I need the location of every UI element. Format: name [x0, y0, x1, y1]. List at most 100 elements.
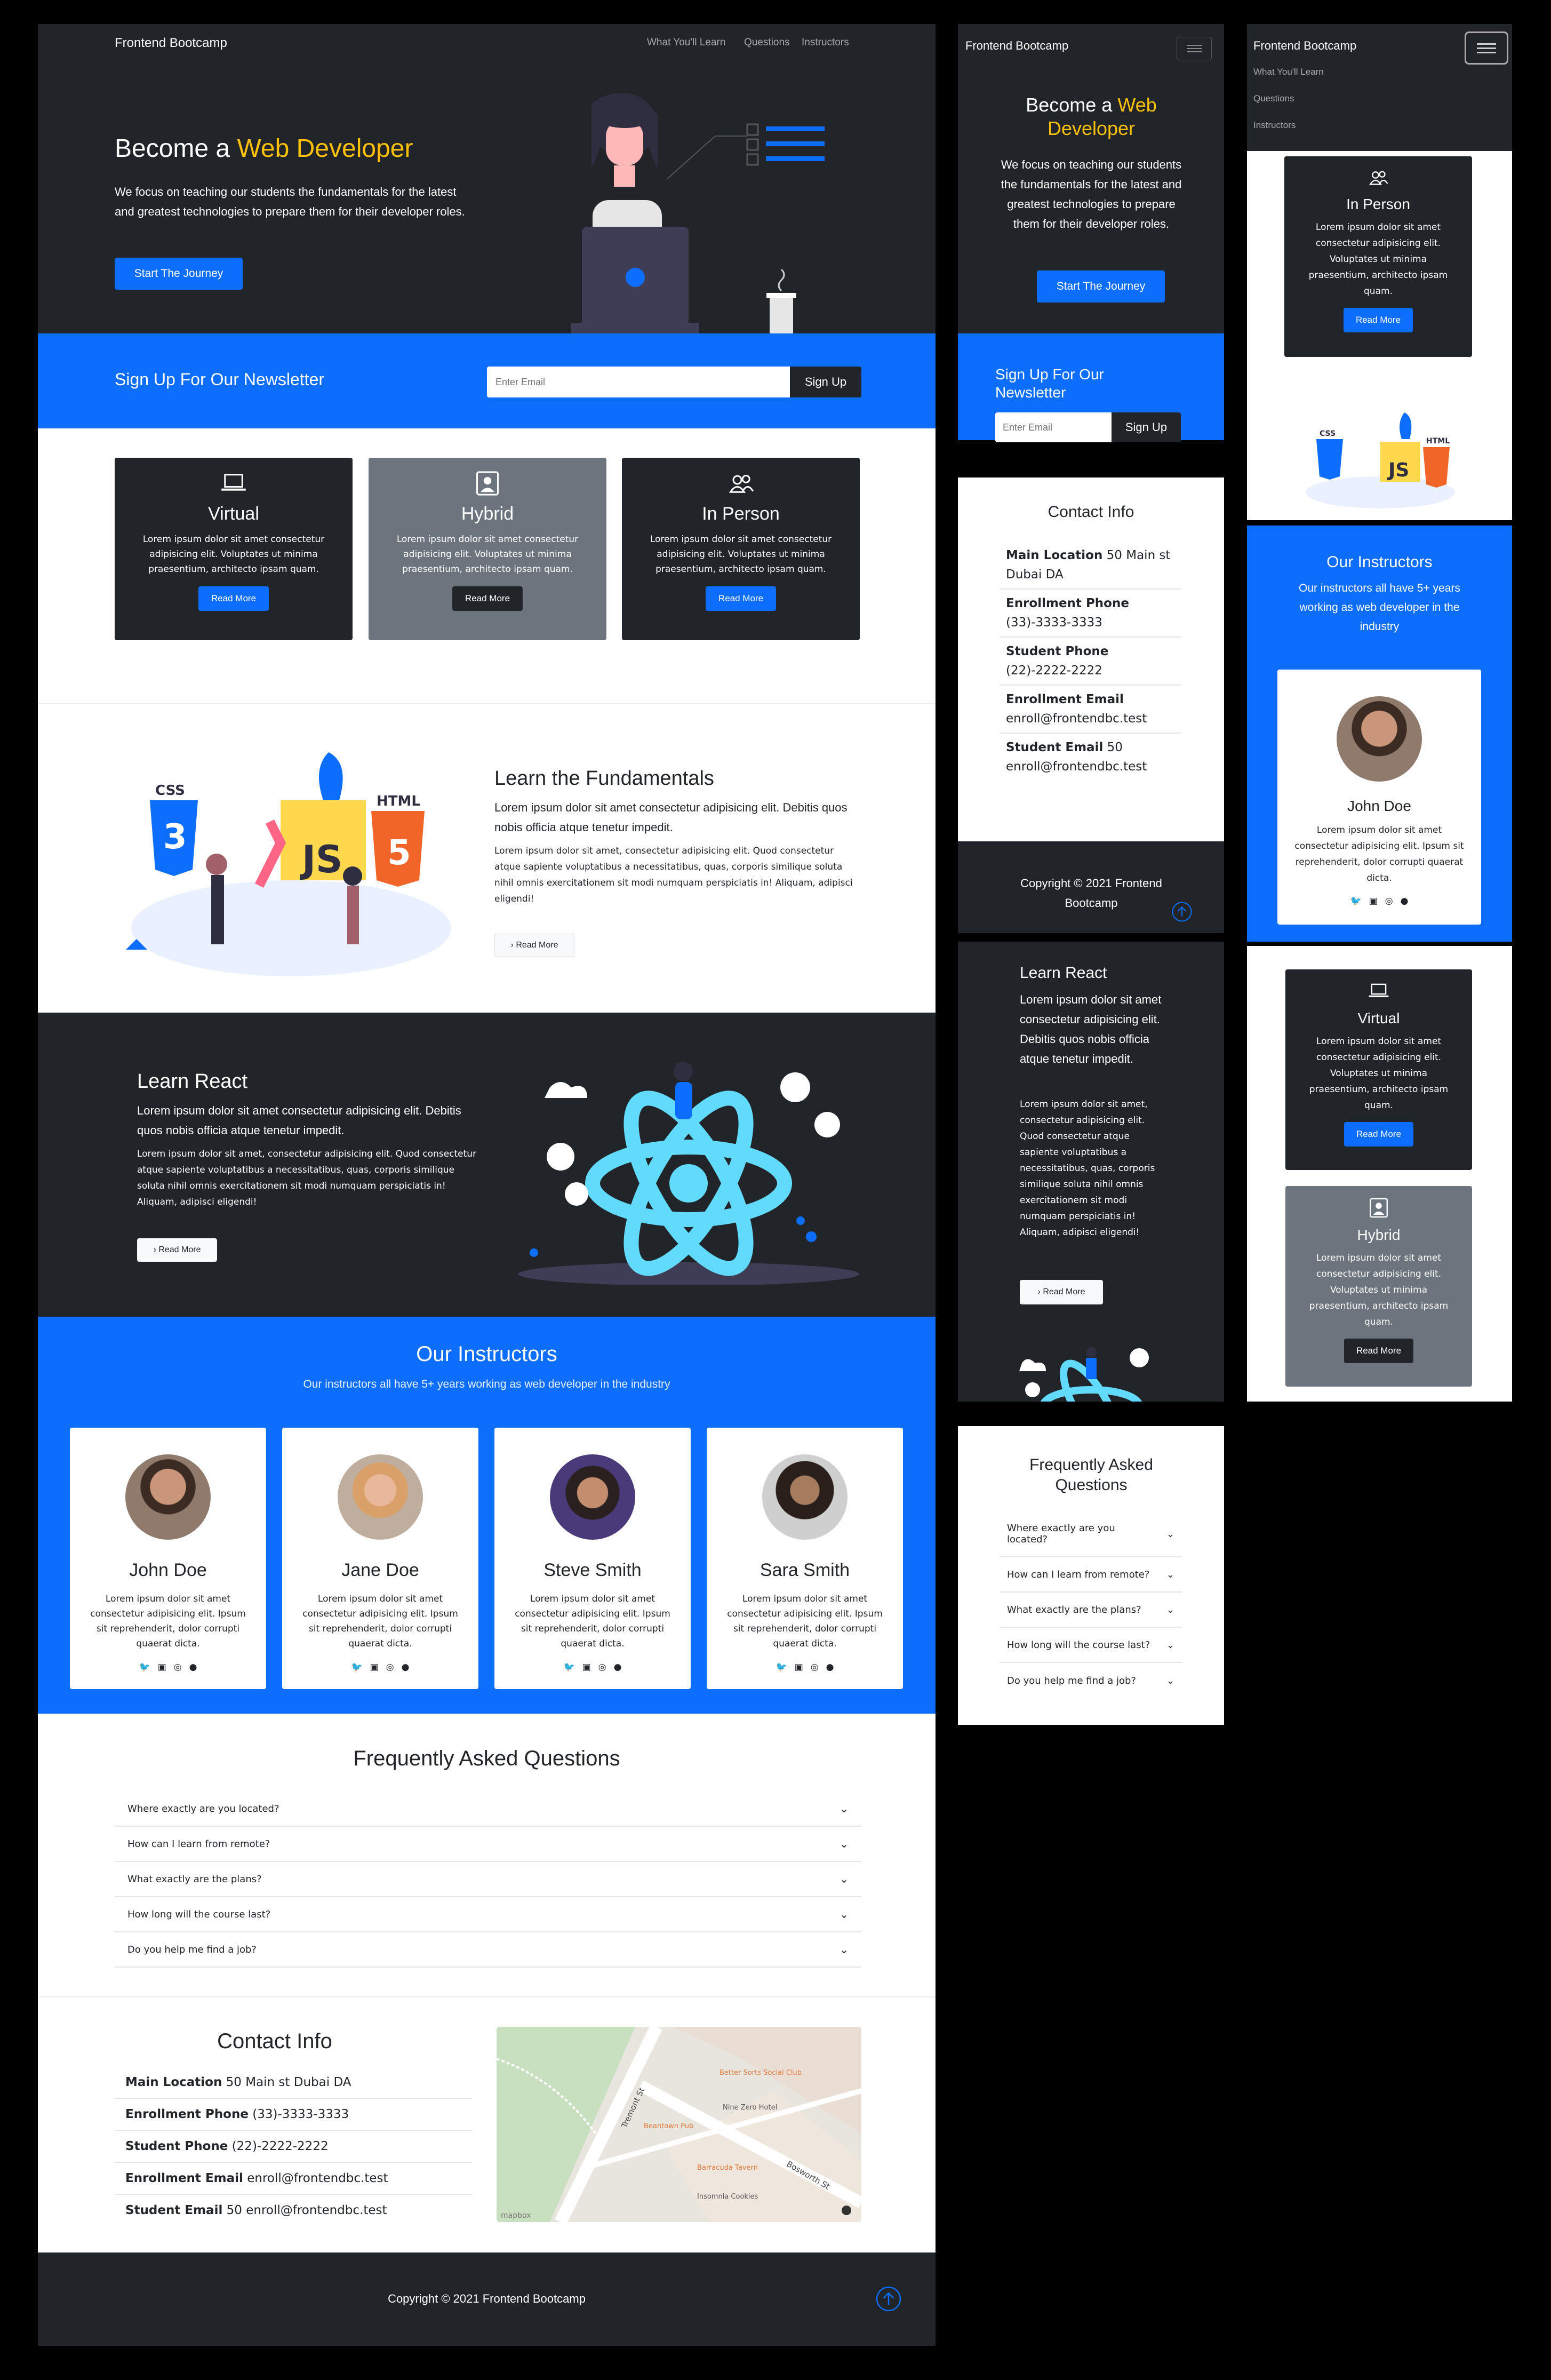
- chevron-down-icon: ⌄: [840, 1837, 849, 1850]
- read-more-button[interactable]: Read More: [706, 586, 776, 611]
- person-badge-icon: [476, 471, 499, 496]
- js-logo-label: JS: [1387, 459, 1409, 481]
- faq-item[interactable]: How long will the course last? ⌄: [1000, 1628, 1182, 1663]
- facebook-icon[interactable]: ●: [402, 1662, 410, 1673]
- arrow-up-circle-icon[interactable]: [1171, 901, 1193, 922]
- instagram-icon[interactable]: ◎: [811, 1662, 819, 1673]
- react-title: Learn React: [1020, 964, 1107, 982]
- linkedin-icon[interactable]: ▣: [795, 1662, 803, 1673]
- navbar-brand[interactable]: Frontend Bootcamp: [965, 39, 1068, 53]
- hero-text: We focus on teaching our students the fu…: [115, 185, 465, 218]
- twitter-icon[interactable]: 🐦: [139, 1662, 150, 1673]
- newsletter-title: Sign Up For Our Newsletter: [995, 366, 1104, 401]
- button-label: Read More: [1043, 1287, 1085, 1296]
- instructor-card: John Doe Lorem ipsum dolor sit amet cons…: [70, 1428, 266, 1689]
- newsletter-signup-button[interactable]: Sign Up: [1112, 412, 1181, 442]
- contact-label: Enrollment Phone: [125, 2107, 249, 2121]
- faq-question: How can I learn from remote?: [1007, 1569, 1150, 1580]
- chevron-down-icon: ⌄: [840, 1873, 849, 1885]
- facebook-icon[interactable]: ●: [1401, 896, 1409, 906]
- read-more-button[interactable]: Read More: [198, 586, 269, 611]
- facebook-icon[interactable]: ●: [826, 1662, 834, 1673]
- read-more-button[interactable]: Read More: [1344, 308, 1413, 332]
- faq-item[interactable]: Do you help me find a job? ⌄: [115, 1932, 861, 1968]
- read-more-button[interactable]: Read More: [452, 586, 523, 611]
- info-icon[interactable]: [842, 2206, 851, 2215]
- facebook-icon[interactable]: ●: [614, 1662, 622, 1673]
- people-icon: [729, 474, 754, 493]
- faq-item[interactable]: Do you help me find a job? ⌄: [1000, 1663, 1182, 1698]
- mobile-boxes: Virtual Lorem ipsum dolor sit amet conse…: [1247, 946, 1512, 1402]
- linkedin-icon[interactable]: ▣: [582, 1662, 591, 1673]
- react-title: Learn React: [137, 1070, 248, 1093]
- nav-link-questions[interactable]: Questions: [744, 37, 790, 49]
- contact-list: Main Location 50 Main st Dubai DA Enroll…: [115, 2067, 472, 2226]
- contact-list: Main Location 50 Main st Dubai DA Enroll…: [1000, 542, 1181, 781]
- contact-value: enroll@frontendbc.test: [247, 2171, 388, 2185]
- contact-label: Enrollment Phone: [1006, 596, 1129, 610]
- linkedin-icon[interactable]: ▣: [370, 1662, 379, 1673]
- faq-item[interactable]: What exactly are the plans? ⌄: [115, 1862, 861, 1897]
- contact-item: Student Email 50 enroll@frontendbc.test: [115, 2195, 472, 2226]
- people-icon: [1369, 171, 1388, 185]
- nav-link-instructors[interactable]: Instructors: [1253, 120, 1296, 131]
- instagram-icon[interactable]: ◎: [598, 1662, 606, 1673]
- faq-item[interactable]: What exactly are the plans? ⌄: [1000, 1593, 1182, 1628]
- twitter-icon[interactable]: 🐦: [1350, 896, 1362, 906]
- instructor-name: Jane Doe: [341, 1560, 419, 1580]
- twitter-icon[interactable]: 🐦: [351, 1662, 363, 1673]
- twitter-icon[interactable]: 🐦: [564, 1662, 575, 1673]
- menu-toggle-button[interactable]: [1465, 31, 1508, 65]
- instagram-icon[interactable]: ◎: [1385, 896, 1393, 906]
- read-more-button[interactable]: Read More: [1344, 1339, 1413, 1363]
- react-read-more-button[interactable]: › Read More: [1020, 1280, 1103, 1304]
- instructor-card: Sara Smith Lorem ipsum dolor sit amet co…: [707, 1428, 903, 1689]
- instagram-icon[interactable]: ◎: [386, 1662, 394, 1673]
- mobile-learn-react: Learn React Lorem ipsum dolor sit amet c…: [958, 942, 1224, 1402]
- start-journey-button[interactable]: Start The Journey: [1037, 270, 1165, 303]
- start-journey-button[interactable]: Start The Journey: [115, 258, 243, 290]
- nav-link-questions[interactable]: Questions: [1253, 93, 1294, 104]
- instructor-bio: Lorem ipsum dolor sit amet consectetur a…: [727, 1594, 883, 1649]
- linkedin-icon[interactable]: ▣: [158, 1662, 166, 1673]
- menu-toggle-button[interactable]: [1177, 37, 1212, 60]
- chevron-right-icon: ›: [510, 941, 514, 950]
- react-illustration: [518, 1062, 859, 1285]
- twitter-icon[interactable]: 🐦: [776, 1662, 787, 1673]
- faq-item[interactable]: How can I learn from remote? ⌄: [1000, 1557, 1182, 1593]
- navbar-brand[interactable]: Frontend Bootcamp: [115, 36, 227, 51]
- contact-item: Main Location 50 Main st Dubai DA: [1000, 542, 1181, 590]
- nav-link-learn[interactable]: What You'll Learn: [647, 37, 725, 49]
- faq-item[interactable]: Where exactly are you located? ⌄: [1000, 1511, 1182, 1557]
- fundamentals-read-more-button[interactable]: › Read More: [494, 934, 574, 957]
- arrow-up-circle-icon[interactable]: [875, 2286, 902, 2312]
- faq-item[interactable]: Where exactly are you located? ⌄: [115, 1792, 861, 1827]
- instructor-bio: Lorem ipsum dolor sit amet consectetur a…: [90, 1594, 246, 1649]
- nav-link-instructors[interactable]: Instructors: [802, 37, 849, 49]
- map[interactable]: Better Sorts Social Club Nine Zero Hotel…: [497, 2027, 861, 2222]
- hero-title-prefix: Become a: [115, 134, 230, 163]
- faq-item[interactable]: How can I learn from remote? ⌄: [115, 1827, 861, 1862]
- contact-value: 50 enroll@frontendbc.test: [226, 2203, 387, 2217]
- read-more-button[interactable]: Read More: [1344, 1122, 1413, 1147]
- faq-section: Frequently Asked Questions Where exactly…: [38, 1714, 936, 1996]
- contact-item: Enrollment Email enroll@frontendbc.test: [1000, 686, 1181, 734]
- navbar-brand[interactable]: Frontend Bootcamp: [1253, 39, 1356, 53]
- faq-item[interactable]: How long will the course last? ⌄: [115, 1897, 861, 1932]
- linkedin-icon[interactable]: ▣: [1369, 896, 1378, 906]
- box-title: Hybrid: [1357, 1227, 1401, 1243]
- newsletter-email-input[interactable]: [995, 412, 1112, 442]
- contact-title: Contact Info: [1048, 503, 1134, 521]
- hero-title: Become a Web Developer: [990, 93, 1193, 140]
- chevron-down-icon: ⌄: [840, 1908, 849, 1921]
- facebook-icon[interactable]: ●: [189, 1662, 197, 1673]
- react-read-more-button[interactable]: › Read More: [137, 1238, 217, 1262]
- newsletter-email-input[interactable]: [487, 367, 790, 397]
- nav-link-learn[interactable]: What You'll Learn: [1253, 67, 1324, 77]
- navbar: Frontend Bootcamp What You'll Learn Ques…: [38, 24, 936, 72]
- instagram-icon[interactable]: ◎: [174, 1662, 182, 1673]
- instructor-name: John Doe: [129, 1560, 207, 1580]
- newsletter-signup-button[interactable]: Sign Up: [790, 367, 861, 397]
- avatar: [125, 1454, 211, 1540]
- faq-question: What exactly are the plans?: [127, 1873, 262, 1885]
